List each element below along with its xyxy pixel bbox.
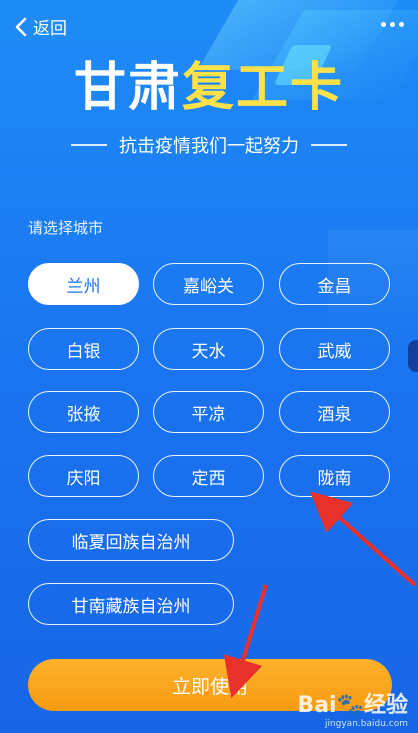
top-bar: 返回 [0,0,418,56]
city-option[interactable]: 甘南藏族自治州 [28,583,234,625]
watermark-url: jingyan.baidu.com [324,719,408,729]
city-option[interactable]: 临夏回族自治州 [28,519,234,561]
page-title: 甘肃复工卡 [0,55,418,121]
watermark-logo: Bai🐾经验 [297,693,408,718]
side-tab-handle[interactable] [408,340,418,372]
city-option[interactable]: 嘉峪关 [153,263,264,305]
paw-icon: 🐾 [336,693,364,718]
city-option[interactable]: 武威 [279,328,390,370]
city-option[interactable]: 金昌 [279,263,390,305]
select-city-prompt: 请选择城市 [28,219,104,237]
baidu-watermark: Bai🐾经验 jingyan.baidu.com [297,687,408,729]
city-option[interactable]: 白银 [28,328,139,370]
city-option[interactable]: 定西 [153,455,264,497]
city-option[interactable]: 平凉 [153,391,264,433]
city-option[interactable]: 张掖 [28,391,139,433]
subtitle-row: 抗击疫情我们一起努力 [0,132,418,158]
divider-right [311,144,347,146]
city-option[interactable]: 庆阳 [28,455,139,497]
title-part-yellow: 复工卡 [182,58,345,118]
divider-left [71,144,107,146]
back-button[interactable]: 返回 [12,14,67,39]
subtitle: 抗击疫情我们一起努力 [119,136,299,157]
city-option[interactable]: 天水 [153,328,264,370]
chevron-left-icon [15,17,27,36]
city-option[interactable]: 兰州 [28,263,139,305]
city-option[interactable]: 陇南 [279,455,390,497]
back-label: 返回 [33,19,67,39]
red-arrow-upper [310,491,417,587]
city-option[interactable]: 酒泉 [279,391,390,433]
title-part-white: 甘肃 [73,58,182,118]
more-options-icon[interactable] [381,22,404,27]
